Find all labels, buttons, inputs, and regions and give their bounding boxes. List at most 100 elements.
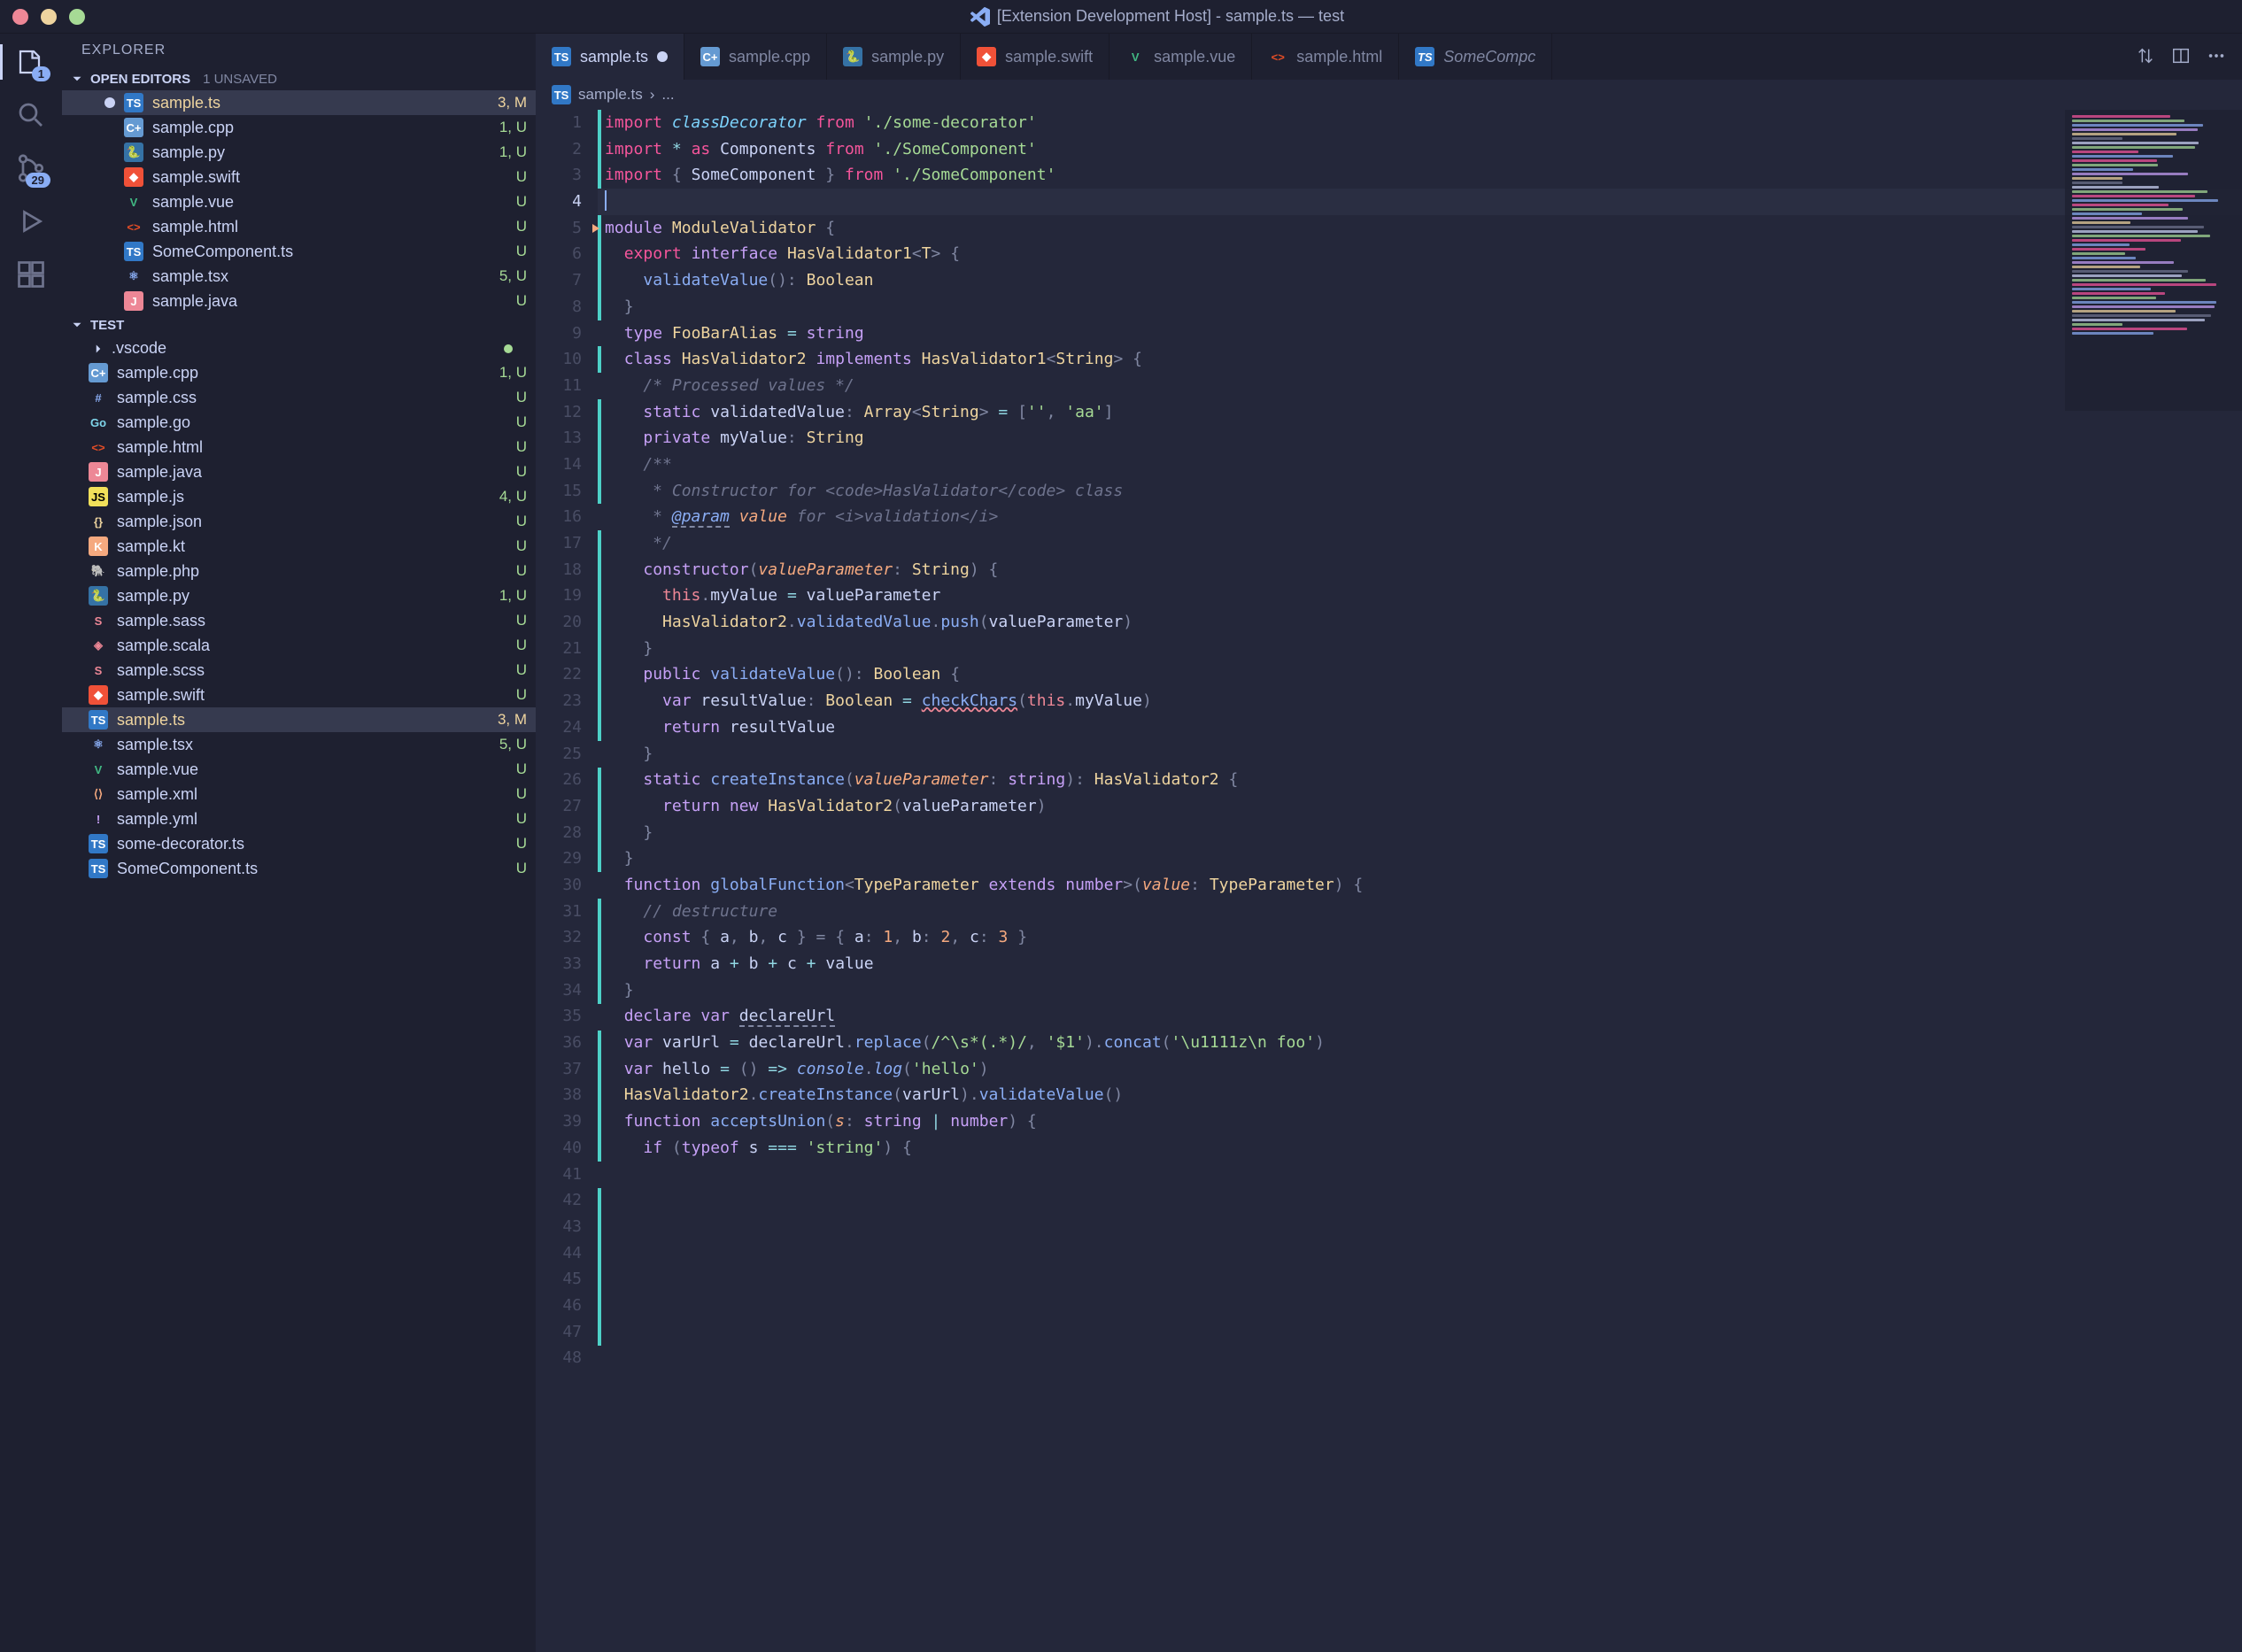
project-section[interactable]: TEST	[62, 313, 536, 336]
yml-icon: !	[89, 809, 108, 829]
file-item[interactable]: TSsome-decorator.tsU	[62, 831, 536, 856]
ts-icon: TS	[89, 710, 108, 730]
open-editor-item[interactable]: TSSomeComponent.tsU	[62, 239, 536, 264]
sass-icon: S	[89, 611, 108, 630]
tab[interactable]: 🐍sample.py	[827, 34, 961, 80]
open-editors-section[interactable]: OPEN EDITORS 1 UNSAVED	[62, 67, 536, 90]
tab[interactable]: ◆sample.swift	[961, 34, 1109, 80]
git-status: U	[516, 292, 527, 310]
git-status: U	[516, 438, 527, 456]
window-close-button[interactable]	[12, 9, 28, 25]
file-item[interactable]: JSsample.js4, U	[62, 484, 536, 509]
activity-explorer[interactable]: 1	[15, 46, 47, 78]
minimap[interactable]	[2065, 110, 2242, 411]
xml-icon: ⟨⟩	[89, 784, 108, 804]
java-icon: J	[89, 462, 108, 482]
activity-run-debug[interactable]	[15, 205, 47, 237]
tab[interactable]: TSsample.ts	[536, 34, 684, 80]
file-item[interactable]: ⚛sample.tsx5, U	[62, 732, 536, 757]
git-status: 5, U	[499, 736, 527, 753]
file-name: sample.scss	[117, 661, 507, 680]
open-editor-item[interactable]: TSsample.ts3, M	[62, 90, 536, 115]
code-content[interactable]: import classDecorator from './some-decor…	[598, 110, 2242, 1652]
git-status: U	[516, 243, 527, 260]
git-status: U	[516, 785, 527, 803]
explorer-badge: 1	[32, 66, 50, 81]
sidebar-title: EXPLORER	[62, 34, 536, 67]
open-editor-item[interactable]: ⚛sample.tsx5, U	[62, 264, 536, 289]
file-name: sample.vue	[152, 193, 507, 212]
vue-icon: V	[124, 192, 143, 212]
file-name: sample.html	[117, 438, 507, 457]
folder-status-dot	[504, 344, 513, 353]
file-item[interactable]: C+sample.cpp1, U	[62, 360, 536, 385]
ts-icon: TS	[89, 859, 108, 878]
file-name: sample.java	[152, 292, 507, 311]
open-editor-item[interactable]: C+sample.cpp1, U	[62, 115, 536, 140]
file-item[interactable]: Ssample.scssU	[62, 658, 536, 683]
open-editor-item[interactable]: <>sample.htmlU	[62, 214, 536, 239]
file-item[interactable]: Ssample.sassU	[62, 608, 536, 633]
html-icon: <>	[89, 437, 108, 457]
swift-icon: ◆	[124, 167, 143, 187]
file-name: sample.cpp	[152, 119, 491, 137]
css-icon: #	[89, 388, 108, 407]
activity-search[interactable]	[15, 99, 47, 131]
swift-icon: ◆	[89, 685, 108, 705]
activity-source-control[interactable]: 29	[15, 152, 47, 184]
open-editor-item[interactable]: ◆sample.swiftU	[62, 165, 536, 189]
folder-vscode[interactable]: .vscode	[62, 336, 536, 360]
git-status: 3, M	[498, 711, 527, 729]
chevron-down-icon	[69, 71, 85, 87]
file-name: sample.yml	[117, 810, 507, 829]
html-icon: <>	[1268, 47, 1287, 66]
vscode-logo-icon	[970, 7, 990, 27]
compare-changes-icon[interactable]	[2136, 46, 2155, 68]
file-item[interactable]: <> sample.html U	[62, 435, 536, 459]
java-icon: J	[124, 291, 143, 311]
file-item[interactable]: TSsample.ts3, M	[62, 707, 536, 732]
file-name: sample.py	[117, 587, 491, 606]
file-item[interactable]: #sample.cssU	[62, 385, 536, 410]
file-item[interactable]: !sample.ymlU	[62, 807, 536, 831]
file-item[interactable]: Vsample.vueU	[62, 757, 536, 782]
tab[interactable]: C+sample.cpp	[684, 34, 827, 80]
tab-label: sample.vue	[1154, 48, 1235, 66]
tab[interactable]: TSSomeCompc	[1399, 34, 1552, 80]
git-status: 1, U	[499, 119, 527, 136]
file-item[interactable]: TSSomeComponent.tsU	[62, 856, 536, 881]
py-icon: 🐍	[124, 143, 143, 162]
window-minimize-button[interactable]	[41, 9, 57, 25]
file-item[interactable]: Jsample.javaU	[62, 459, 536, 484]
more-actions-icon[interactable]	[2207, 46, 2226, 68]
file-name: sample.js	[117, 488, 491, 506]
activity-extensions[interactable]	[15, 259, 47, 290]
file-item[interactable]: Ksample.ktU	[62, 534, 536, 559]
file-item[interactable]: {}sample.jsonU	[62, 509, 536, 534]
tab[interactable]: <>sample.html	[1252, 34, 1399, 80]
editor-body[interactable]: 1234567891011121314151617181920212223242…	[536, 110, 2242, 1652]
file-item[interactable]: ⟨⟩sample.xmlU	[62, 782, 536, 807]
file-item[interactable]: 🐍sample.py1, U	[62, 583, 536, 608]
titlebar: [Extension Development Host] - sample.ts…	[0, 0, 2242, 34]
file-name: sample.swift	[117, 686, 507, 705]
cpp-icon: C+	[700, 47, 720, 66]
window-maximize-button[interactable]	[69, 9, 85, 25]
go-icon: Go	[89, 413, 108, 432]
breadcrumb[interactable]: TS sample.ts › ...	[536, 80, 2242, 110]
open-editor-item[interactable]: 🐍sample.py1, U	[62, 140, 536, 165]
open-editor-item[interactable]: Vsample.vueU	[62, 189, 536, 214]
vue-icon: V	[1125, 47, 1145, 66]
chevron-down-icon	[69, 317, 85, 333]
split-editor-icon[interactable]	[2171, 46, 2191, 68]
py-icon: 🐍	[843, 47, 862, 66]
open-editor-item[interactable]: Jsample.java U	[62, 289, 536, 313]
tab-label: SomeCompc	[1443, 48, 1535, 66]
file-item[interactable]: ◆sample.swiftU	[62, 683, 536, 707]
file-item[interactable]: 🐘sample.phpU	[62, 559, 536, 583]
file-item[interactable]: Gosample.goU	[62, 410, 536, 435]
file-item[interactable]: ◈sample.scalaU	[62, 633, 536, 658]
ts-icon: TS	[124, 93, 143, 112]
git-status: U	[516, 835, 527, 853]
tab[interactable]: Vsample.vue	[1109, 34, 1252, 80]
